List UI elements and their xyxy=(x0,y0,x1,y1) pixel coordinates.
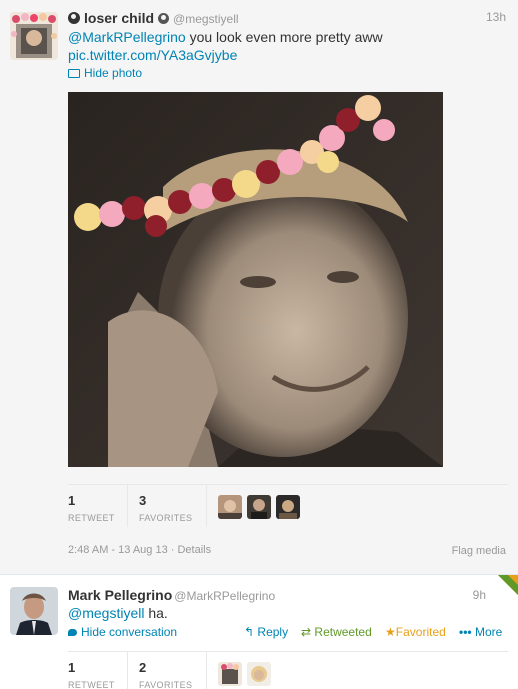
details-link[interactable]: Details xyxy=(177,544,211,556)
avatar[interactable] xyxy=(10,587,58,635)
tweet-text: @MarkRPellegrino you look even more pret… xyxy=(68,28,508,64)
more-dots-icon: ••• xyxy=(459,625,472,639)
reply-arrow-icon: ↰ xyxy=(244,625,255,639)
stat-divider xyxy=(127,485,128,527)
favorited-label: Favorited xyxy=(395,625,446,639)
timestamp-short[interactable]: 13h xyxy=(486,10,506,24)
username[interactable]: @megstiyell xyxy=(173,12,239,26)
username[interactable]: @MarkRPellegrino xyxy=(174,589,275,603)
favorite-count-value: 3 xyxy=(139,493,147,508)
favoriter-avatar[interactable] xyxy=(247,495,271,519)
retweet-count-label: RETWEET xyxy=(68,513,115,523)
meta-separator: · xyxy=(167,544,178,556)
hide-photo-button[interactable]: Hide photo xyxy=(68,66,142,80)
favorite-count[interactable]: 2 FAVORITES xyxy=(139,660,192,689)
retweet-icon: ⇄ xyxy=(301,625,312,639)
retweet-count-value: 1 xyxy=(68,660,76,675)
retweeted-label: Retweeted xyxy=(314,625,372,639)
retweet-count-value: 1 xyxy=(68,493,76,508)
display-name[interactable]: Mark Pellegrino xyxy=(68,587,172,603)
tweet-meta: 2:48 AM - 13 Aug 13 · Details Flag media xyxy=(68,544,508,557)
favoriter-avatar[interactable] xyxy=(247,662,271,686)
retweet-count[interactable]: 1 RETWEET xyxy=(68,660,115,689)
tweet-stats: 1 RETWEET 2 FAVORITES xyxy=(68,651,508,689)
display-name[interactable]: loser child xyxy=(84,10,154,26)
conversation-bubble-icon xyxy=(68,629,77,636)
globe-icon xyxy=(158,13,170,24)
stat-divider xyxy=(206,652,207,689)
favoriter-avatar[interactable] xyxy=(276,495,300,519)
hide-conversation-label: Hide conversation xyxy=(81,625,178,639)
favorite-button[interactable]: ★Favorited xyxy=(385,625,446,639)
tweet-body: ha. xyxy=(144,605,168,621)
media-link[interactable]: pic.twitter.com/YA3aGvjybe xyxy=(68,47,237,63)
star-icon: ★ xyxy=(385,625,396,639)
tweet-photo[interactable] xyxy=(68,92,443,467)
tweet-body: you look even more pretty aww xyxy=(185,29,383,45)
tweet-text: @megstiyell ha. xyxy=(68,605,168,621)
favorite-count-label: FAVORITES xyxy=(139,513,193,523)
tweet-actions: Hide conversation ↰ Reply ⇄ Retweeted ★F… xyxy=(68,625,508,641)
more-button[interactable]: ••• More xyxy=(459,625,502,639)
avatar[interactable] xyxy=(10,12,58,60)
stat-divider xyxy=(206,485,207,527)
full-timestamp: 2:48 AM - 13 Aug 13 xyxy=(68,544,168,556)
retweet-count[interactable]: 1 RETWEET xyxy=(68,493,115,523)
mention-link[interactable]: @MarkRPellegrino xyxy=(68,29,186,45)
tweet-stats: 1 RETWEET 3 FAVORITES xyxy=(68,484,508,530)
flag-media-link[interactable]: Flag media xyxy=(452,545,506,557)
hide-conversation-button[interactable]: Hide conversation xyxy=(68,625,177,639)
favorite-count[interactable]: 3 FAVORITES xyxy=(139,493,192,523)
stat-divider xyxy=(127,652,128,689)
favorite-count-label: FAVORITES xyxy=(139,680,193,689)
timestamp-short[interactable]: 9h xyxy=(473,588,486,602)
favoriter-avatar[interactable] xyxy=(218,662,242,686)
retweet-count-label: RETWEET xyxy=(68,680,115,689)
tweet-reply[interactable]: Mark Pellegrino @MarkRPellegrino 9h @megs… xyxy=(0,575,518,689)
retweet-button[interactable]: ⇄ Retweeted xyxy=(301,625,372,639)
more-label: More xyxy=(474,625,503,639)
mention-link[interactable]: @megstiyell xyxy=(68,605,144,621)
tweet-header: Mark Pellegrino @MarkRPellegrino 9h xyxy=(68,587,508,603)
favorite-count-value: 2 xyxy=(139,660,147,675)
reply-button[interactable]: ↰ Reply xyxy=(244,625,288,639)
reply-label: Reply xyxy=(257,625,289,639)
tweet-expanded[interactable]: loser child @megstiyell 13h @MarkRPellegr… xyxy=(0,0,518,574)
globe-icon xyxy=(68,12,80,24)
hide-photo-label: Hide photo xyxy=(84,66,143,80)
favoriter-avatar[interactable] xyxy=(218,495,242,519)
tweet-header: loser child @megstiyell 13h xyxy=(68,10,508,28)
photo-icon xyxy=(68,69,80,78)
